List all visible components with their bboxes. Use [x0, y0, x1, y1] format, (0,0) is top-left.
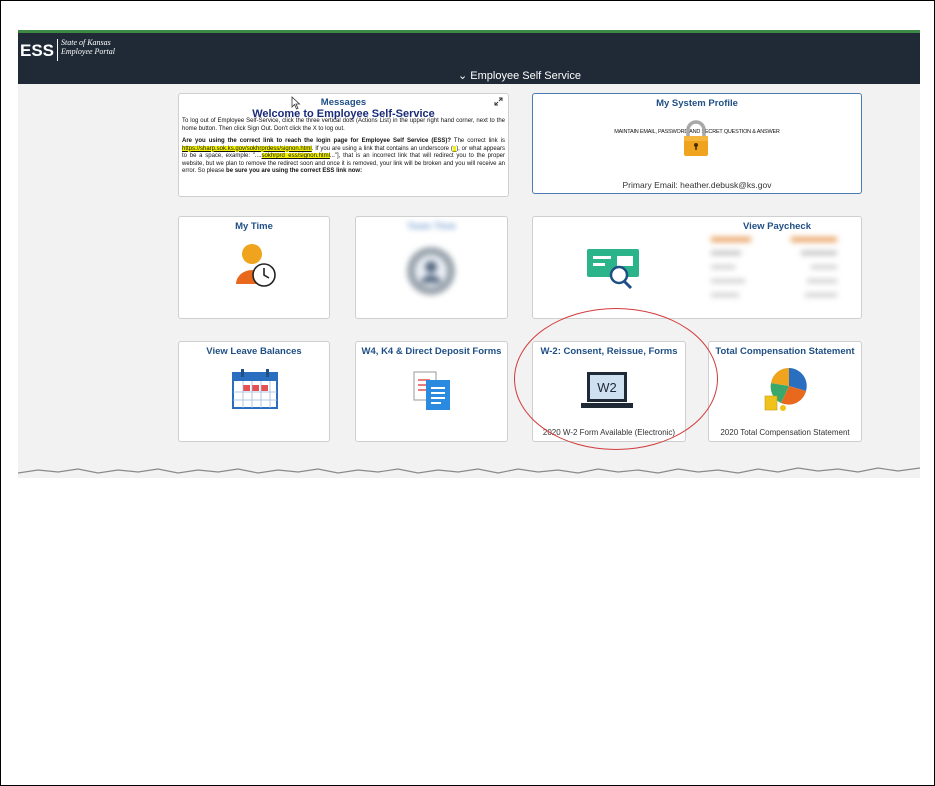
view-leave-balances-title: View Leave Balances: [206, 346, 302, 357]
logo-divider: [57, 39, 58, 61]
my-system-profile-tile[interactable]: My System Profile MAINTAIN EMAIL, PASSWO…: [532, 93, 862, 194]
messages-tile[interactable]: Messages Welcome to Employee Self-Servic…: [178, 93, 509, 197]
correct-link-text-a: The correct link is: [451, 138, 505, 144]
view-leave-balances-tile[interactable]: View Leave Balances: [178, 341, 330, 442]
incorrect-link-example: sokhrprd_ess/signon.html: [261, 153, 330, 159]
correct-link-notice: Are you using the correct link to reach …: [182, 138, 505, 176]
correct-link-text-b: . If you are using a link that contains …: [311, 145, 453, 152]
w4-k4-direct-deposit-tile[interactable]: W4, K4 & Direct Deposit Forms: [355, 341, 508, 442]
calendar-icon: [232, 369, 278, 409]
person-clock-icon: [236, 244, 276, 287]
expand-icon[interactable]: [494, 97, 503, 106]
view-paycheck-title: View Paycheck: [743, 221, 811, 232]
team-icon: [407, 247, 455, 295]
total-compensation-tile[interactable]: Total Compensation Statement 2020 Total …: [708, 341, 862, 442]
correct-link-text-bold: be sure you are using the correct ESS li…: [226, 168, 363, 174]
correct-link[interactable]: https://sharp.sok.ks.gov/sokhrprdess/sig…: [182, 145, 312, 152]
team-time-title: Team Time: [407, 221, 456, 232]
my-system-profile-title: My System Profile: [656, 98, 738, 109]
messages-body: To log out of Employee Self-Service, cli…: [182, 118, 505, 176]
ess-portal-screenshot: ESS State of Kansas Employee Portal ⌄ Em…: [18, 30, 920, 478]
logo-subtitle-line2: Employee Portal: [61, 47, 115, 56]
total-compensation-footer: 2020 Total Compensation Statement: [720, 428, 850, 437]
w4-k4-direct-deposit-title: W4, K4 & Direct Deposit Forms: [361, 346, 502, 357]
annotation-circle: [514, 308, 718, 450]
pie-chart-coins-icon: [764, 367, 807, 411]
view-paycheck-tile[interactable]: View Paycheck: [532, 216, 862, 319]
ess-logo[interactable]: ESS: [20, 41, 54, 61]
correct-link-question: Are you using the correct link to reach …: [182, 138, 452, 144]
primary-email: Primary Email: heather.debusk@ks.gov: [622, 180, 772, 190]
logout-instructions: To log out of Employee Self-Service, cli…: [182, 118, 505, 132]
portal-header: ESS State of Kansas Employee Portal ⌄ Em…: [18, 30, 920, 84]
my-time-tile[interactable]: My Time: [178, 216, 330, 319]
paycheck-summary-blurred: [711, 235, 851, 311]
documents-icon: [413, 371, 450, 410]
logo-subtitle-line1: State of Kansas: [61, 38, 111, 47]
total-compensation-title: Total Compensation Statement: [715, 346, 855, 357]
messages-tile-title: Messages: [320, 97, 367, 108]
paycheck-search-icon: [587, 249, 639, 289]
my-time-title: My Time: [235, 221, 273, 232]
torn-edge-decoration: [18, 462, 920, 474]
lock-icon: [684, 120, 708, 156]
team-time-tile[interactable]: Team Time: [355, 216, 508, 319]
mouse-pointer-icon: [291, 96, 301, 110]
logo-subtitle: State of Kansas Employee Portal: [61, 38, 115, 56]
homepage-selector[interactable]: ⌄ Employee Self Service: [458, 69, 581, 82]
